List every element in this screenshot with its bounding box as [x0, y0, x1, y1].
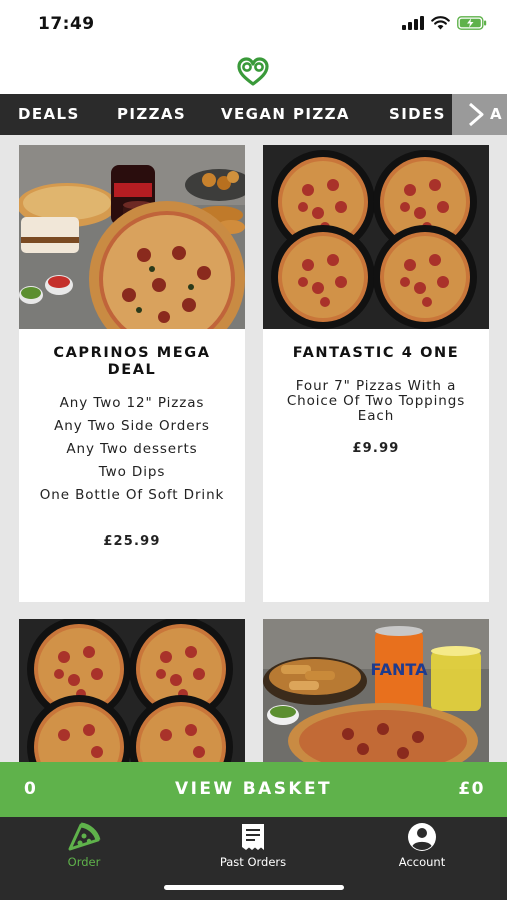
svg-text:FANTA: FANTA: [371, 660, 429, 679]
product-title: FANTASTIC 4 ONE: [292, 345, 460, 361]
product-title: CAPRINOS MEGA DEAL: [53, 345, 211, 378]
view-basket-button[interactable]: 0 VIEW BASKET £0: [0, 762, 507, 817]
product-description: Four 7" Pizzas With a Choice Of Two Topp…: [263, 379, 489, 424]
category-nav: DEALS PIZZAS VEGAN PIZZA SIDES A: [0, 94, 507, 135]
product-line: One Bottle Of Soft Drink: [39, 487, 225, 503]
battery-charging-icon: [457, 16, 487, 30]
tab-past-orders[interactable]: Past Orders: [193, 821, 313, 869]
tab-order-label: Order: [67, 855, 101, 869]
tab-order[interactable]: Order: [24, 821, 144, 869]
app-header: [0, 50, 507, 94]
product-card-fantastic-4[interactable]: FANTASTIC 4 ONE Four 7" Pizzas With a Ch…: [263, 145, 489, 602]
tab-past-orders-label: Past Orders: [219, 855, 287, 869]
basket-label: VIEW BASKET: [175, 779, 332, 799]
status-bar: 17:49: [0, 0, 507, 50]
tab-account[interactable]: Account: [362, 821, 482, 869]
status-time: 17:49: [38, 14, 95, 34]
receipt-icon: [242, 824, 264, 850]
product-card-4[interactable]: FANTA: [263, 619, 489, 762]
product-price: £9.99: [352, 441, 400, 456]
tab-pizzas[interactable]: PIZZAS: [117, 94, 186, 135]
tab-account-label: Account: [398, 855, 446, 869]
status-icons: [402, 16, 487, 30]
tab-sides[interactable]: SIDES: [389, 94, 446, 135]
account-icon: [408, 823, 436, 851]
category-scroll-button[interactable]: A: [452, 94, 507, 135]
product-line: Any Two 12" Pizzas: [59, 395, 205, 411]
product-image-fantastic-4: [263, 145, 489, 329]
basket-total: £0: [458, 779, 485, 799]
product-card-mega-deal[interactable]: CAPRINOS MEGA DEAL Any Two 12" Pizzas An…: [19, 145, 245, 602]
product-line: Any Two desserts: [66, 441, 198, 457]
app-screen: 17:49 DEALS PIZZAS VEGAN PIZZA SIDES A C…: [0, 0, 507, 900]
product-image-3: [19, 619, 245, 762]
product-line: Four 7" Pizzas With a Choice Of Two Topp…: [286, 378, 466, 424]
product-price: £25.99: [103, 534, 161, 549]
product-line: Any Two Side Orders: [54, 418, 210, 434]
chevron-right-icon: [469, 102, 484, 127]
wifi-icon: [431, 16, 450, 30]
pizza-slice-icon: [68, 822, 101, 851]
product-image-4: FANTA: [263, 619, 489, 762]
product-image-mega-deal: [19, 145, 245, 329]
signal-icon: [402, 16, 424, 30]
tab-vegan-pizza[interactable]: VEGAN PIZZA: [221, 94, 350, 135]
brand-logo[interactable]: [235, 54, 271, 90]
tab-deals[interactable]: DEALS: [18, 94, 80, 135]
product-card-3[interactable]: [19, 619, 245, 762]
product-description: Any Two 12" Pizzas Any Two Side Orders A…: [19, 396, 245, 503]
product-line: Two Dips: [98, 464, 166, 480]
tab-partial: A: [490, 105, 502, 123]
home-indicator[interactable]: [164, 885, 344, 890]
